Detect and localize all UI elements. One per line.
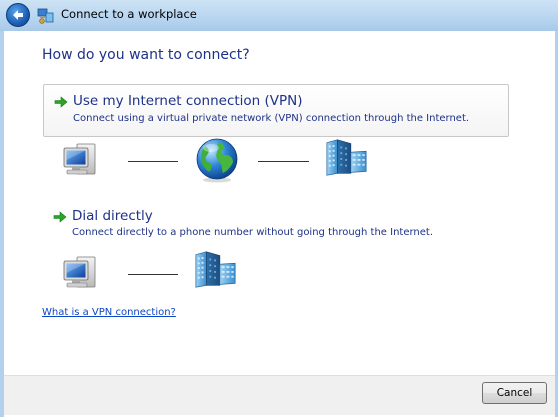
back-arrow-icon: [13, 10, 23, 20]
green-arrow-icon: [54, 95, 68, 109]
page-heading: How do you want to connect?: [42, 47, 250, 63]
wizard-footer: Cancel: [4, 375, 555, 415]
green-arrow-icon: [53, 210, 67, 224]
internet-globe-icon: [193, 136, 241, 184]
computer-icon: [60, 253, 102, 293]
wizard-content: How do you want to connect? Use my Inter…: [4, 31, 555, 375]
back-button[interactable]: [6, 3, 30, 27]
connection-line: [258, 161, 309, 162]
cancel-button[interactable]: Cancel: [482, 382, 547, 404]
dial-option-description: Connect directly to a phone number witho…: [72, 227, 434, 238]
office-building-icon: [324, 138, 370, 178]
window-title: Connect to a workplace: [61, 7, 197, 21]
computer-icon: [60, 140, 102, 180]
connection-line: [128, 274, 178, 275]
vpn-option[interactable]: Use my Internet connection (VPN) Connect…: [43, 84, 509, 137]
network-workplace-icon: [37, 8, 54, 24]
dial-option[interactable]: Dial directly Connect directly to a phon…: [43, 206, 509, 242]
vpn-option-title: Use my Internet connection (VPN): [73, 93, 303, 109]
office-building-icon: [193, 250, 239, 290]
vpn-option-description: Connect using a virtual private network …: [73, 113, 470, 124]
dial-option-title: Dial directly: [72, 208, 153, 224]
vpn-help-link[interactable]: What is a VPN connection?: [42, 307, 176, 318]
connection-line: [128, 161, 178, 162]
title-bar: Connect to a workplace: [0, 0, 558, 31]
